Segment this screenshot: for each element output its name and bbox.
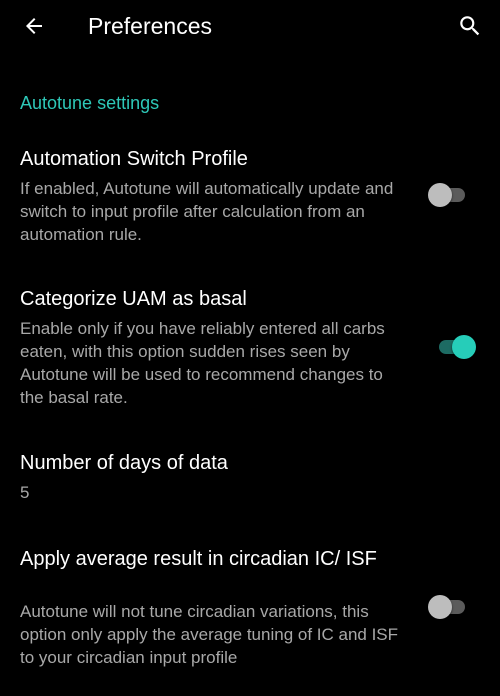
pref-categorize-uam-as-basal[interactable]: Categorize UAM as basal Enable only if y…: [0, 276, 500, 416]
section-header-autotune-settings: Autotune settings: [20, 93, 160, 113]
pref-automation-switch-profile[interactable]: Automation Switch Profile If enabled, Au…: [0, 136, 500, 256]
pref-summary: If enabled, Autotune will automatically …: [20, 179, 394, 244]
switch-thumb: [452, 335, 476, 359]
switch-thumb: [428, 595, 452, 619]
pref-title: Automation Switch Profile: [20, 148, 248, 170]
pref-value: 5: [20, 483, 30, 502]
pref-title: Apply average result in circadian IC/ IS…: [20, 548, 377, 570]
search-icon: [460, 16, 480, 36]
pref-summary: Autotune will not tune circadian variati…: [20, 602, 399, 667]
switch-thumb: [428, 183, 452, 207]
categorize-uam-as-basal-toggle[interactable]: [436, 334, 476, 360]
page-title: Preferences: [88, 13, 213, 39]
pref-summary: Enable only if you have reliably entered…: [20, 319, 385, 407]
pref-apply-average-result-circadian[interactable]: Apply average result in circadian IC/ IS…: [0, 536, 500, 676]
pref-title: Number of days of data: [20, 452, 228, 474]
app-bar: Preferences: [0, 0, 500, 56]
search-button[interactable]: [450, 6, 490, 46]
apply-average-result-toggle[interactable]: [428, 594, 468, 620]
pref-title: Categorize UAM as basal: [20, 288, 247, 310]
arrow-left-icon: [26, 18, 42, 34]
automation-switch-profile-toggle[interactable]: [428, 182, 468, 208]
back-button[interactable]: [14, 6, 54, 46]
pref-number-of-days-of-data[interactable]: Number of days of data 5: [0, 440, 500, 516]
